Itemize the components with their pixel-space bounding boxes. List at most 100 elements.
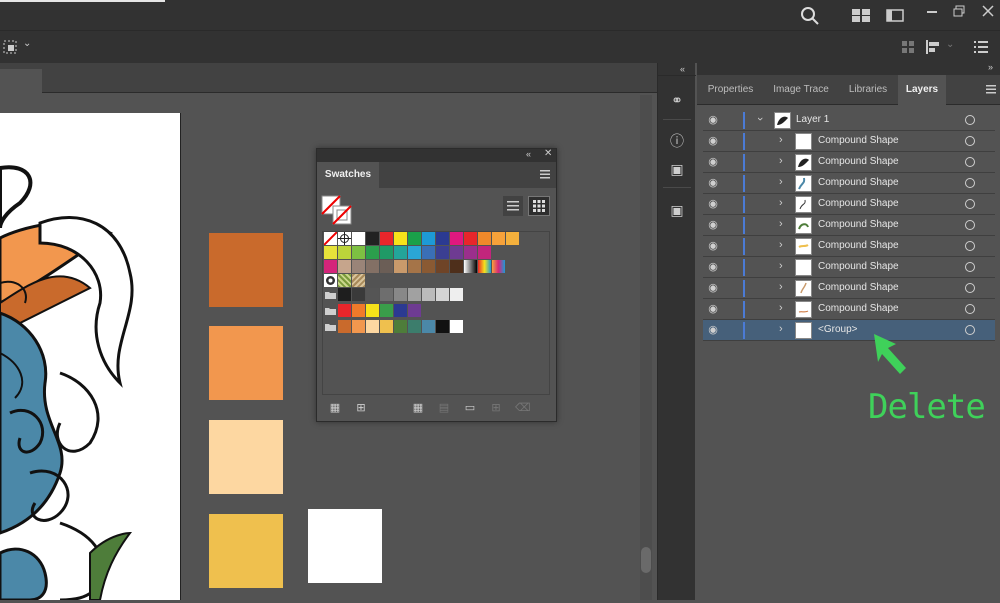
color-swatch-square[interactable]	[209, 420, 283, 494]
swatch[interactable]	[408, 288, 421, 301]
target-circle-icon[interactable]	[965, 325, 975, 335]
select-similar-icon[interactable]	[2, 39, 20, 55]
swatch[interactable]	[422, 246, 435, 259]
layer-row[interactable]: ◉ › Compound Shape	[703, 299, 995, 320]
swatch[interactable]	[450, 288, 463, 301]
swatch[interactable]	[464, 246, 477, 259]
swatch[interactable]	[352, 320, 365, 333]
target-circle-icon[interactable]	[965, 157, 975, 167]
visibility-eye-icon[interactable]: ◉	[705, 176, 721, 190]
visibility-eye-icon[interactable]: ◉	[705, 323, 721, 337]
chevron-right-icon[interactable]: ›	[779, 260, 783, 272]
swatch[interactable]	[394, 304, 407, 317]
color-swatch-square[interactable]	[308, 509, 382, 583]
vertical-scrollbar[interactable]	[640, 95, 652, 600]
color-swatch-square[interactable]	[209, 514, 283, 588]
swatch[interactable]	[478, 232, 491, 245]
layer-row[interactable]: ◉ › Compound Shape	[703, 257, 995, 278]
target-circle-icon[interactable]	[965, 241, 975, 251]
swatch[interactable]	[478, 246, 491, 259]
color-group-folder-icon[interactable]	[324, 288, 337, 301]
info-icon[interactable]: ⓘ	[667, 131, 687, 151]
swatch[interactable]	[394, 288, 407, 301]
swatch[interactable]	[408, 246, 421, 259]
chevron-down-icon[interactable]: ⌄	[23, 38, 31, 49]
swatch[interactable]	[422, 232, 435, 245]
chevron-right-icon[interactable]: ›	[779, 302, 783, 314]
swatch[interactable]	[422, 260, 435, 273]
visibility-eye-icon[interactable]: ◉	[705, 155, 721, 169]
swatch[interactable]	[380, 246, 393, 259]
swatch[interactable]	[324, 260, 337, 273]
swatch[interactable]	[366, 320, 379, 333]
links-icon[interactable]: ⚭	[667, 90, 687, 110]
color-group-folder-icon[interactable]	[324, 320, 337, 333]
target-circle-icon[interactable]	[965, 136, 975, 146]
swatch[interactable]	[352, 274, 365, 287]
swatch[interactable]	[492, 232, 505, 245]
swatch[interactable]	[436, 246, 449, 259]
swatch[interactable]	[324, 246, 337, 259]
sublayer-name[interactable]: Compound Shape	[818, 240, 899, 251]
sublayer-name[interactable]: Compound Shape	[818, 156, 899, 167]
target-circle-icon[interactable]	[965, 199, 975, 209]
chevron-right-icon[interactable]: ›	[779, 239, 783, 251]
tab-properties[interactable]: Properties	[698, 75, 763, 105]
color-group-folder-icon[interactable]	[324, 304, 337, 317]
layer-row[interactable]: ◉ › Compound Shape	[703, 278, 995, 299]
swatch[interactable]	[380, 320, 393, 333]
visibility-eye-icon[interactable]: ◉	[705, 281, 721, 295]
swatch[interactable]	[352, 288, 365, 301]
chevron-right-icon[interactable]: ›	[779, 197, 783, 209]
align-left-icon[interactable]	[926, 40, 942, 54]
visibility-eye-icon[interactable]: ◉	[705, 239, 721, 253]
tab-libraries[interactable]: Libraries	[840, 75, 896, 105]
chevron-down-icon[interactable]: ⌄	[946, 39, 954, 50]
expand-icon[interactable]: »	[988, 62, 993, 72]
swatch[interactable]	[380, 232, 393, 245]
swatch[interactable]	[408, 304, 421, 317]
layer-row[interactable]: ◉ › Compound Shape	[703, 152, 995, 173]
place-swatches-icon[interactable]: ⊞	[354, 401, 368, 414]
collapse-icon[interactable]: «	[526, 149, 531, 159]
visibility-eye-icon[interactable]: ◉	[705, 260, 721, 274]
visibility-eye-icon[interactable]: ◉	[705, 197, 721, 211]
tab-swatches[interactable]: Swatches	[317, 162, 379, 188]
swatch[interactable]	[394, 246, 407, 259]
swatch[interactable]	[380, 260, 393, 273]
chevron-right-icon[interactable]: ›	[779, 176, 783, 188]
list-view-button[interactable]	[503, 196, 523, 216]
sublayer-name[interactable]: Compound Shape	[818, 135, 899, 146]
swatch[interactable]	[464, 260, 477, 273]
fill-stroke-icon[interactable]	[321, 195, 353, 225]
swatch[interactable]	[352, 304, 365, 317]
restore-icon[interactable]	[953, 5, 965, 17]
swatch[interactable]	[352, 232, 365, 245]
sublayer-name[interactable]: Compound Shape	[818, 303, 899, 314]
swatch[interactable]	[338, 246, 351, 259]
collapse-icon[interactable]: «	[680, 64, 685, 74]
swatch[interactable]	[338, 304, 351, 317]
swatch[interactable]	[422, 320, 435, 333]
workspace-switcher-icon[interactable]	[852, 9, 870, 22]
swatch[interactable]	[338, 232, 351, 245]
panel-menu-icon[interactable]	[540, 170, 550, 179]
visibility-eye-icon[interactable]: ◉	[705, 134, 721, 148]
swatch[interactable]	[338, 288, 351, 301]
swatch[interactable]	[408, 260, 421, 273]
swatch[interactable]	[492, 260, 505, 273]
swatch[interactable]	[366, 260, 379, 273]
minimize-icon[interactable]	[927, 11, 937, 13]
tab-image-trace[interactable]: Image Trace	[764, 75, 838, 105]
grid-view-button[interactable]	[528, 196, 550, 216]
swatch[interactable]	[436, 232, 449, 245]
swatch[interactable]	[366, 288, 379, 301]
layer-row[interactable]: ◉ › <Group>	[703, 320, 995, 341]
swatch[interactable]	[436, 260, 449, 273]
close-icon[interactable]: ✕	[544, 148, 552, 159]
close-icon[interactable]	[982, 5, 994, 17]
swatch-libraries-icon[interactable]: ▦	[328, 401, 342, 414]
visibility-eye-icon[interactable]: ◉	[705, 113, 721, 127]
document-tab[interactable]	[0, 69, 42, 93]
swatch[interactable]	[323, 231, 338, 246]
